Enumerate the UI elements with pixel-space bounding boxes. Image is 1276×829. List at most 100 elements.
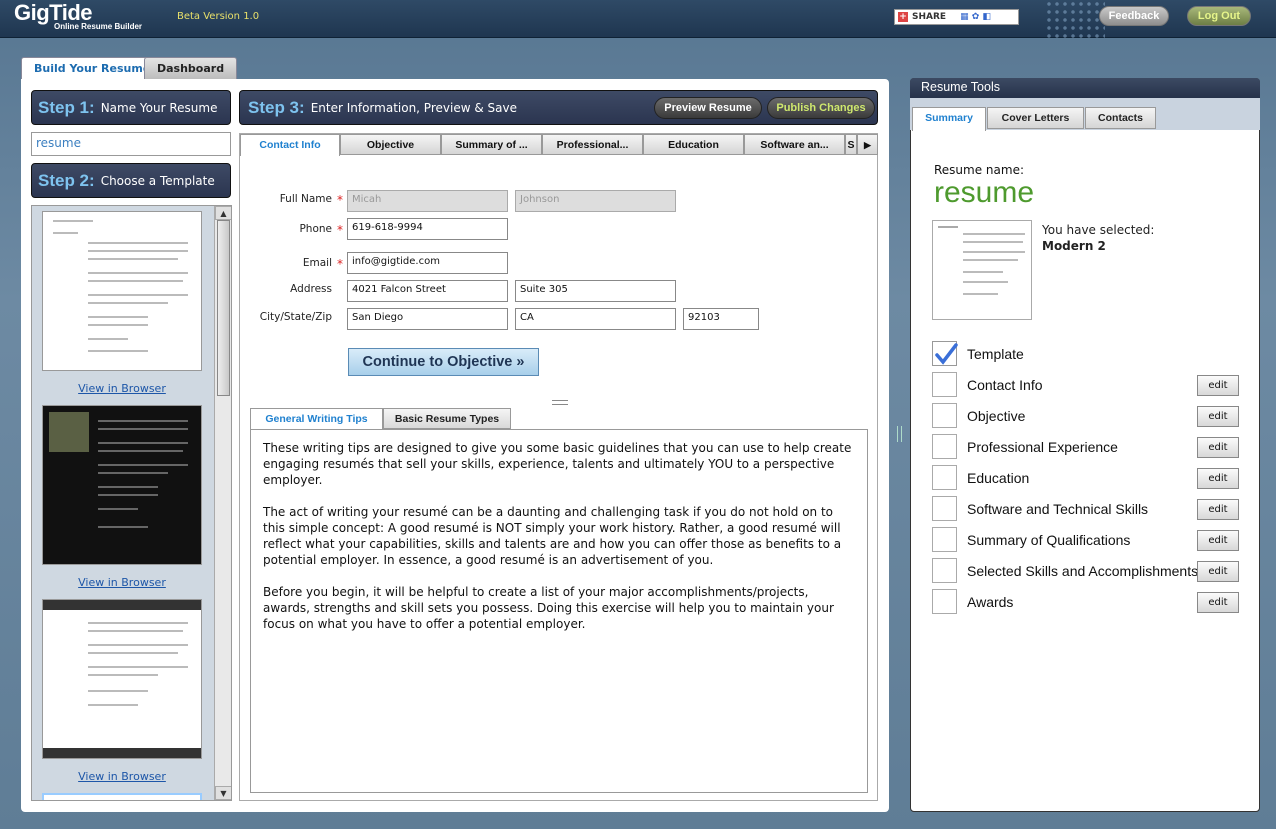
step2-bar: Step 2: Choose a Template — [31, 163, 231, 198]
selected-template-thumbnail — [932, 220, 1032, 320]
tab-general-writing-tips[interactable]: General Writing Tips — [250, 408, 383, 430]
step1-text: Name Your Resume — [100, 100, 218, 115]
tips-paragraph: These writing tips are designed to give … — [263, 441, 852, 487]
checklist-label: Awards — [967, 594, 1014, 610]
edit-button[interactable]: edit — [1197, 406, 1239, 427]
view-in-browser-link[interactable]: View in Browser — [32, 576, 212, 589]
selected-template-name: Modern 2 — [1042, 239, 1106, 253]
last-name-field[interactable]: Johnson — [515, 190, 676, 212]
checkbox-professional-experience[interactable] — [932, 434, 957, 459]
tabs-next-arrow-icon[interactable]: ▶ — [857, 134, 878, 155]
checkbox-software-and-technical-skills[interactable] — [932, 496, 957, 521]
checkbox-awards[interactable] — [932, 589, 957, 614]
writing-tips-content: These writing tips are designed to give … — [250, 429, 868, 793]
resize-grip-icon[interactable] — [552, 400, 568, 405]
tab-overflow[interactable]: S — [845, 134, 857, 155]
edit-button[interactable]: edit — [1197, 592, 1239, 613]
beta-label: Beta Version 1.0 — [177, 11, 260, 22]
preview-resume-button[interactable]: Preview Resume — [654, 97, 762, 119]
edit-button[interactable]: edit — [1197, 530, 1239, 551]
phone-field[interactable]: 619-618-9994 — [347, 218, 508, 240]
checkbox-education[interactable] — [932, 465, 957, 490]
resume-tools-title: Resume Tools — [910, 78, 1260, 98]
edit-button[interactable]: edit — [1197, 468, 1239, 489]
logo-subtitle: Online Resume Builder — [54, 22, 143, 31]
tab-summary-tools[interactable]: Summary — [912, 107, 986, 131]
full-name-label: Full Name — [279, 193, 332, 205]
tab-contact-info[interactable]: Contact Info — [240, 134, 340, 156]
checkbox-selected-skills-and-accomplishments[interactable] — [932, 558, 957, 583]
tab-dashboard[interactable]: Dashboard — [144, 57, 238, 79]
checklist-label: Selected Skills and Accomplishments — [967, 563, 1199, 579]
phone-label: Phone — [299, 223, 332, 235]
edit-button[interactable]: edit — [1197, 375, 1239, 396]
checkbox-template[interactable] — [932, 341, 958, 366]
resume-name-label: Resume name: — [934, 163, 1024, 177]
tab-education[interactable]: Education — [643, 134, 744, 155]
template-list: View in Browser View in Browser View in … — [31, 205, 232, 801]
publish-changes-button[interactable]: Publish Changes — [767, 97, 875, 119]
scroll-thumb[interactable] — [217, 220, 230, 396]
tab-build-resume[interactable]: Build Your Resume — [21, 57, 164, 79]
template-thumbnail[interactable] — [42, 599, 202, 759]
top-header: GigTide Online Resume Builder Beta Versi… — [0, 0, 1276, 38]
step2-text: Choose a Template — [100, 173, 215, 188]
step3-text: Enter Information, Preview & Save — [310, 100, 517, 115]
view-in-browser-link[interactable]: View in Browser — [32, 382, 212, 395]
edit-button[interactable]: edit — [1197, 499, 1239, 520]
tab-contacts[interactable]: Contacts — [1085, 107, 1156, 129]
edit-button[interactable]: edit — [1197, 437, 1239, 458]
tips-paragraph: Before you begin, it will be helpful to … — [263, 585, 834, 631]
address2-field[interactable]: Suite 305 — [515, 280, 676, 302]
required-icon: * — [337, 193, 343, 207]
scroll-down-icon[interactable]: ▼ — [215, 786, 231, 800]
address-label: Address — [290, 283, 332, 295]
plus-icon: + — [898, 12, 908, 22]
edit-button[interactable]: edit — [1197, 561, 1239, 582]
tab-basic-resume-types[interactable]: Basic Resume Types — [383, 408, 511, 429]
tab-professional[interactable]: Professional... — [542, 134, 643, 155]
tab-cover-letters[interactable]: Cover Letters — [987, 107, 1084, 129]
first-name-field[interactable]: Micah — [347, 190, 508, 212]
template-thumbnail-selected[interactable] — [42, 793, 202, 800]
email-label: Email — [302, 257, 332, 269]
tab-objective[interactable]: Objective — [340, 134, 441, 155]
tab-software[interactable]: Software an... — [744, 134, 845, 155]
continue-to-objective-button[interactable]: Continue to Objective » — [348, 348, 539, 376]
checkbox-objective[interactable] — [932, 403, 957, 428]
tab-summary[interactable]: Summary of ... — [441, 134, 542, 155]
scroll-up-icon[interactable]: ▲ — [215, 206, 231, 220]
address1-field[interactable]: 4021 Falcon Street — [347, 280, 508, 302]
checkbox-summary-of-qualifications[interactable] — [932, 527, 957, 552]
step2-number: Step 2: — [38, 170, 95, 190]
step3-number: Step 3: — [248, 97, 305, 117]
required-icon: * — [337, 257, 343, 271]
required-icon: * — [337, 223, 343, 237]
feedback-button[interactable]: Feedback — [1099, 6, 1169, 26]
checkmark-icon — [935, 343, 958, 365]
step3-bar: Step 3: Enter Information, Preview & Sav… — [239, 90, 878, 125]
state-field[interactable]: CA — [515, 308, 676, 330]
checklist-label: Contact Info — [967, 377, 1043, 393]
share-button[interactable]: + SHARE ▦ ✿ ◧ — [894, 9, 1019, 25]
template-scrollbar[interactable]: ▲ ▼ — [214, 206, 231, 800]
checklist-label: Summary of Qualifications — [967, 532, 1131, 548]
panel-splitter-icon[interactable] — [897, 426, 902, 442]
city-state-zip-label: City/State/Zip — [259, 311, 332, 323]
resume-name-input[interactable]: resume — [31, 132, 231, 156]
template-thumbnail[interactable] — [42, 211, 202, 371]
checkbox-contact-info[interactable] — [932, 372, 957, 397]
template-thumbnail[interactable] — [42, 405, 202, 565]
checklist-label: Professional Experience — [967, 439, 1118, 455]
view-in-browser-link[interactable]: View in Browser — [32, 770, 212, 783]
logout-button[interactable]: Log Out — [1187, 6, 1251, 26]
checklist-label: Education — [967, 470, 1030, 486]
step1-number: Step 1: — [38, 97, 95, 117]
zip-field[interactable]: 92103 — [683, 308, 759, 330]
city-field[interactable]: San Diego — [347, 308, 508, 330]
decorative-dots — [1045, 0, 1105, 38]
selected-label: You have selected: — [1042, 223, 1155, 237]
email-field[interactable]: info@gigtide.com — [347, 252, 508, 274]
checklist-label: Template — [967, 346, 1024, 362]
step1-bar: Step 1: Name Your Resume — [31, 90, 231, 125]
